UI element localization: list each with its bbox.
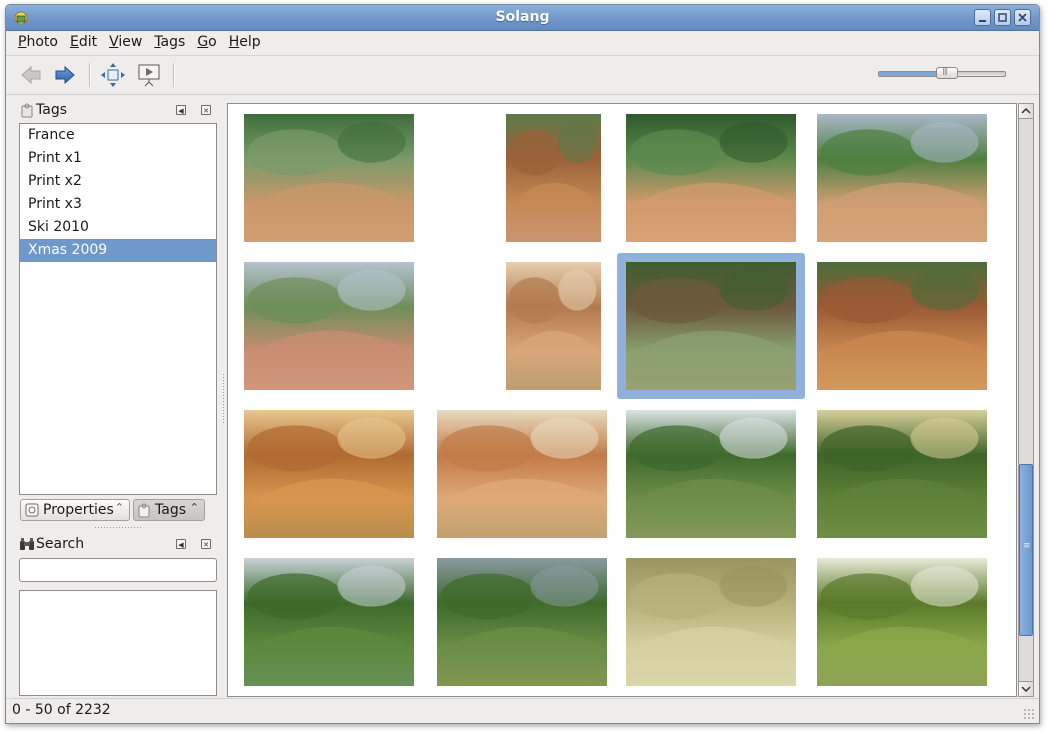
minimize-icon	[979, 20, 986, 22]
search-pane-close-button[interactable]: ✕	[201, 539, 211, 549]
photo-thumbnail[interactable]	[437, 410, 607, 538]
close-button[interactable]	[1014, 9, 1031, 26]
menu-go[interactable]: Go	[191, 32, 222, 52]
menu-view[interactable]: View	[103, 32, 148, 52]
menu-mnemonic: G	[197, 34, 209, 50]
tag-item[interactable]: France	[20, 124, 216, 147]
chevron-up-icon: ⌃	[189, 501, 199, 514]
pane-resize-grip[interactable]	[94, 526, 142, 530]
fit-window-button[interactable]	[100, 62, 126, 88]
photo-thumbnail[interactable]	[244, 558, 414, 686]
tab-properties[interactable]: Properties ⌃	[20, 499, 130, 521]
sidebar-resize-handle[interactable]	[222, 373, 226, 425]
tag-item[interactable]: Print x1	[20, 147, 216, 170]
photo-thumbnail[interactable]	[437, 558, 607, 686]
tags-pane-close-button[interactable]: ✕	[201, 105, 211, 115]
tab-tags-label: Tags	[155, 502, 186, 518]
close-icon: ✕	[203, 107, 209, 115]
vertical-scrollbar[interactable]: ≡	[1018, 103, 1034, 697]
slideshow-icon	[138, 64, 160, 87]
grip-icon: ≡	[1023, 541, 1031, 551]
tags-pane-title: Tags	[36, 102, 67, 118]
menu-label-rest: iew	[118, 34, 143, 50]
photo-thumbnail[interactable]	[506, 262, 601, 390]
photo-thumbnail[interactable]	[244, 262, 414, 390]
menu-label-rest: hoto	[26, 34, 58, 50]
menu-mnemonic: V	[109, 34, 119, 50]
tags-pane-header: Tags ◀ ✕	[20, 101, 218, 121]
binoculars-icon	[20, 538, 34, 550]
toolbar-separator	[173, 63, 175, 87]
tag-icon	[21, 103, 33, 118]
photo-thumbnail[interactable]	[626, 410, 796, 538]
photo-thumbnail[interactable]	[817, 558, 987, 686]
menu-tags[interactable]: Tags	[148, 32, 191, 52]
photo-thumbnail[interactable]	[817, 114, 987, 242]
arrow-up-icon	[1021, 107, 1031, 114]
tag-item[interactable]: Xmas 2009	[20, 239, 216, 262]
tab-tags[interactable]: Tags ⌃	[133, 499, 205, 521]
maximize-button[interactable]	[994, 9, 1011, 26]
toolbar-separator	[89, 63, 91, 87]
zoom-slider-handle[interactable]	[936, 66, 958, 79]
photo-thumbnail[interactable]	[244, 410, 414, 538]
tab-properties-label: Properties	[43, 502, 114, 518]
properties-icon	[25, 503, 39, 517]
slideshow-button[interactable]	[136, 62, 162, 88]
arrow-left-icon: ◀	[178, 107, 184, 115]
photo-thumbnail[interactable]	[626, 558, 796, 686]
search-pane-shrink-button[interactable]: ◀	[176, 539, 186, 549]
search-pane-title: Search	[36, 536, 85, 552]
photo-thumbnail[interactable]	[817, 410, 987, 538]
photo-thumbnail[interactable]	[626, 114, 796, 242]
tag-item[interactable]: Ski 2010	[20, 216, 216, 239]
photo-thumbnail[interactable]	[244, 114, 414, 242]
forward-button[interactable]	[52, 62, 78, 88]
minimize-button[interactable]	[974, 9, 991, 26]
menu-label-rest: o	[208, 34, 217, 50]
status-text: 0 - 50 of 2232	[12, 702, 111, 718]
arrow-down-icon	[1021, 686, 1031, 693]
back-icon	[21, 65, 41, 85]
tag-item[interactable]: Print x3	[20, 193, 216, 216]
status-bar: 0 - 50 of 2232	[6, 698, 1039, 723]
search-pane-header: Search ◀ ✕	[20, 535, 218, 555]
menu-photo[interactable]: Photo	[12, 32, 64, 52]
scroll-up-button[interactable]	[1019, 104, 1033, 119]
close-icon	[1018, 13, 1027, 22]
photo-thumbnail[interactable]	[626, 262, 796, 390]
scrollbar-thumb[interactable]: ≡	[1019, 464, 1033, 636]
forward-icon	[55, 65, 75, 85]
fit-window-icon	[101, 63, 125, 87]
menu-mnemonic: E	[69, 34, 79, 50]
window-resize-grip[interactable]	[1023, 708, 1035, 720]
menu-label-rest: elp	[239, 34, 261, 50]
tags-pane-shrink-button[interactable]: ◀	[176, 105, 186, 115]
close-icon: ✕	[203, 541, 209, 549]
menu-help[interactable]: Help	[223, 32, 267, 52]
thumbnail-browser[interactable]	[227, 103, 1017, 697]
title-bar[interactable]: Solang	[6, 5, 1039, 31]
menu-bar: Photo Edit View Tags Go Help	[6, 31, 1039, 53]
menu-edit[interactable]: Edit	[64, 32, 103, 52]
search-results[interactable]	[19, 590, 217, 696]
back-button[interactable]	[18, 62, 44, 88]
chevron-up-icon: ⌃	[114, 501, 124, 514]
tags-list[interactable]: France Print x1 Print x2 Print x3 Ski 2010 Xm…	[19, 123, 217, 495]
arrow-left-icon: ◀	[178, 541, 184, 549]
photo-thumbnail[interactable]	[817, 262, 987, 390]
menu-label-rest: dit	[78, 34, 98, 50]
menu-label-rest: ags	[160, 34, 186, 50]
tag-icon	[138, 503, 150, 518]
main-window: Solang Photo Edit View Tags Go Help ||| …	[5, 4, 1040, 724]
scroll-down-button[interactable]	[1019, 681, 1033, 696]
maximize-icon	[998, 13, 1007, 22]
tag-item[interactable]: Print x2	[20, 170, 216, 193]
window-title: Solang	[495, 9, 550, 25]
photo-thumbnail[interactable]	[506, 114, 601, 242]
menu-mnemonic: H	[228, 34, 240, 50]
search-input[interactable]	[19, 558, 217, 582]
